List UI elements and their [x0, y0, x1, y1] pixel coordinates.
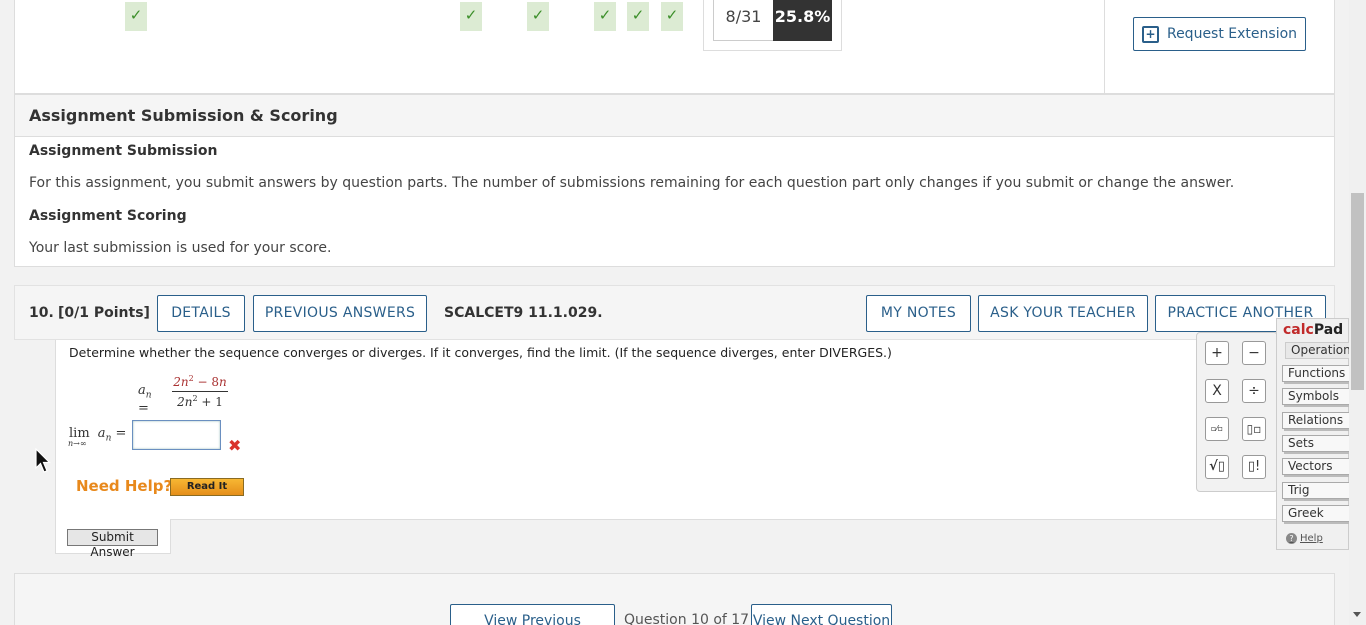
- calcpad-tab-operations[interactable]: Operations: [1285, 342, 1357, 359]
- exponent-key[interactable]: ▯▫: [1242, 417, 1266, 441]
- submission-heading: Assignment Submission: [29, 143, 218, 159]
- question-prompt: Determine whether the sequence converges…: [69, 345, 892, 360]
- minus-key[interactable]: −: [1242, 341, 1266, 365]
- page-scrollbar[interactable]: [1349, 0, 1366, 625]
- my-notes-button[interactable]: MY NOTES: [866, 295, 971, 332]
- divide-key[interactable]: ÷: [1242, 379, 1266, 403]
- question-points: [0/1 Points]: [58, 305, 150, 321]
- multiply-key[interactable]: X: [1205, 379, 1229, 403]
- check-icon: ✓: [627, 2, 649, 31]
- view-next-question-button[interactable]: View Next Question: [751, 604, 892, 625]
- score-box: 8/31 25.8%: [703, 0, 842, 51]
- calcpad-tab-greek[interactable]: Greek: [1282, 505, 1349, 522]
- limit-expression: lim n→∞ an =: [68, 426, 127, 448]
- plus-key[interactable]: +: [1205, 341, 1229, 365]
- request-extension-label: Request Extension: [1166, 26, 1298, 42]
- sqrt-key[interactable]: √▯: [1205, 455, 1229, 479]
- submit-answer-button[interactable]: Submit Answer: [67, 529, 158, 559]
- submission-scoring-title: Assignment Submission & Scoring: [15, 95, 1334, 137]
- previous-answers-button[interactable]: PREVIOUS ANSWERS: [253, 295, 427, 332]
- calcpad-tab-trig[interactable]: Trig: [1282, 482, 1349, 499]
- mouse-cursor-icon: [35, 448, 51, 473]
- ask-your-teacher-button[interactable]: ASK YOUR TEACHER: [978, 295, 1148, 332]
- score-fraction: 8/31: [713, 0, 774, 41]
- submit-area: Submit Answer: [55, 519, 171, 559]
- need-help-label: Need Help?: [76, 477, 173, 495]
- calendar-plus-icon: +: [1141, 25, 1159, 43]
- question-position: Question 10 of 17: [624, 612, 750, 625]
- progress-panel: ✓ ✓ ✓ ✓ ✓ ✓ 8/31 25.8% + Request Extensi…: [14, 0, 1335, 94]
- scrollbar-thumb[interactable]: [1351, 193, 1364, 390]
- tab-divider: [170, 519, 1276, 520]
- question-body: Determine whether the sequence converges…: [55, 340, 1295, 520]
- calcpad-panel: calcPad Operations Functions Symbols Rel…: [1276, 318, 1357, 550]
- check-icon: ✓: [594, 2, 616, 31]
- calcpad-title: calcPad: [1283, 322, 1344, 338]
- request-extension-button[interactable]: + Request Extension: [1133, 17, 1306, 51]
- score-percent: 25.8%: [773, 0, 832, 41]
- limit-answer-input[interactable]: [132, 420, 221, 450]
- submission-scoring-panel: Assignment Submission & Scoring Assignme…: [14, 94, 1335, 267]
- incorrect-x-icon: ✖: [228, 436, 242, 455]
- scoring-text: Your last submission is used for your sc…: [29, 240, 332, 256]
- fraction-key[interactable]: ▫⁄▫: [1205, 417, 1229, 441]
- question-header: 10. [0/1 Points] DETAILS PREVIOUS ANSWER…: [14, 285, 1335, 340]
- scoring-heading: Assignment Scoring: [29, 208, 187, 224]
- check-icon: ✓: [527, 2, 549, 31]
- details-button[interactable]: DETAILS: [157, 295, 245, 332]
- scroll-down-arrow-icon[interactable]: [1353, 612, 1361, 617]
- read-it-button[interactable]: Read It: [170, 478, 244, 496]
- calcpad-tab-functions[interactable]: Functions: [1282, 365, 1349, 382]
- view-previous-question-button[interactable]: View Previous Question: [450, 604, 615, 625]
- help-icon: ?: [1286, 533, 1297, 544]
- calcpad-help-link[interactable]: ? Help: [1286, 533, 1323, 544]
- calcpad-tab-sets[interactable]: Sets: [1282, 435, 1349, 452]
- check-icon: ✓: [460, 2, 482, 31]
- check-icon: ✓: [125, 2, 147, 31]
- divider: [1104, 0, 1105, 94]
- calcpad-tab-symbols[interactable]: Symbols: [1282, 388, 1349, 405]
- calcpad-tab-vectors[interactable]: Vectors: [1282, 458, 1349, 475]
- calcpad-tab-relations[interactable]: Relations: [1282, 412, 1349, 429]
- question-navigation: View Previous Question Question 10 of 17…: [14, 573, 1335, 625]
- factorial-key[interactable]: ▯!: [1242, 455, 1266, 479]
- question-code: SCALCET9 11.1.029.: [444, 305, 603, 321]
- calcpad-keys: + − X ÷ ▫⁄▫ ▯▫ √▯ ▯!: [1196, 332, 1278, 492]
- sequence-fraction: 2n2 − 8n 2n2 + 1: [172, 374, 228, 409]
- check-icon: ✓: [661, 2, 683, 31]
- submission-text: For this assignment, you submit answers …: [29, 175, 1235, 191]
- question-number: 10.: [29, 305, 54, 321]
